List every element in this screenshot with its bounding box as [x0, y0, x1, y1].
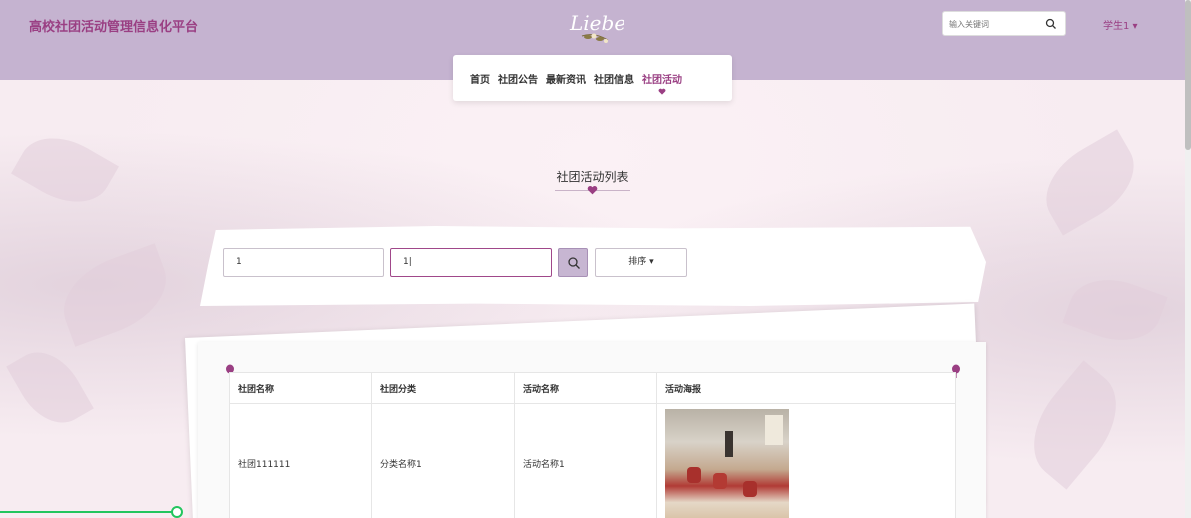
search-icon[interactable]: [1045, 18, 1057, 30]
search-box: [942, 11, 1066, 36]
page-progress-fill: [0, 511, 176, 513]
search-input[interactable]: [943, 13, 1038, 36]
activity-poster-image[interactable]: [665, 408, 789, 518]
heart-icon: [587, 186, 598, 195]
column-header: 社团名称: [229, 372, 372, 404]
nav-item-label: 社团活动: [642, 74, 682, 86]
activity-table: 社团名称 社团分类 活动名称 活动海报 社团111111 分类名称1 活动名称1: [229, 372, 956, 518]
activity-name-cell: 活动名称1: [514, 403, 657, 518]
column-header: 社团分类: [371, 372, 515, 404]
category-cell: 分类名称1: [371, 403, 515, 518]
club-name-filter[interactable]: 1: [223, 248, 384, 277]
logo: Liebe: [569, 11, 624, 43]
activity-name-filter[interactable]: 1|: [390, 248, 552, 277]
column-header: 活动名称: [514, 372, 657, 404]
table-row[interactable]: 社团111111 分类名称1 活动名称1: [229, 403, 956, 518]
nav-item-announcements[interactable]: 社团公告: [498, 71, 538, 86]
main-nav: 首页 社团公告 最新资讯 社团信息 社团活动: [453, 55, 732, 101]
nav-item-home[interactable]: 首页: [470, 71, 490, 86]
page-title: 社团活动列表: [556, 170, 629, 184]
club-name-cell: 社团111111: [229, 403, 372, 518]
user-menu[interactable]: 学生1 ▾: [1103, 17, 1138, 32]
table-header-row: 社团名称 社团分类 活动名称 活动海报: [229, 372, 956, 404]
svg-text:Liebe: Liebe: [569, 11, 624, 35]
column-header: 活动海报: [656, 372, 956, 404]
scrollbar[interactable]: [1185, 0, 1191, 518]
scrollbar-thumb[interactable]: [1185, 0, 1191, 150]
heart-icon: [658, 88, 666, 95]
search-icon: [568, 257, 580, 269]
nav-item-club-info[interactable]: 社团信息: [594, 71, 634, 86]
nav-item-news[interactable]: 最新资讯: [546, 71, 586, 86]
search-button[interactable]: [558, 248, 588, 277]
poster-cell: [656, 403, 956, 518]
nav-item-club-activities[interactable]: 社团活动: [642, 71, 682, 95]
site-title[interactable]: 高校社团活动管理信息化平台: [29, 16, 198, 35]
sort-dropdown[interactable]: 排序 ▾: [595, 248, 687, 277]
